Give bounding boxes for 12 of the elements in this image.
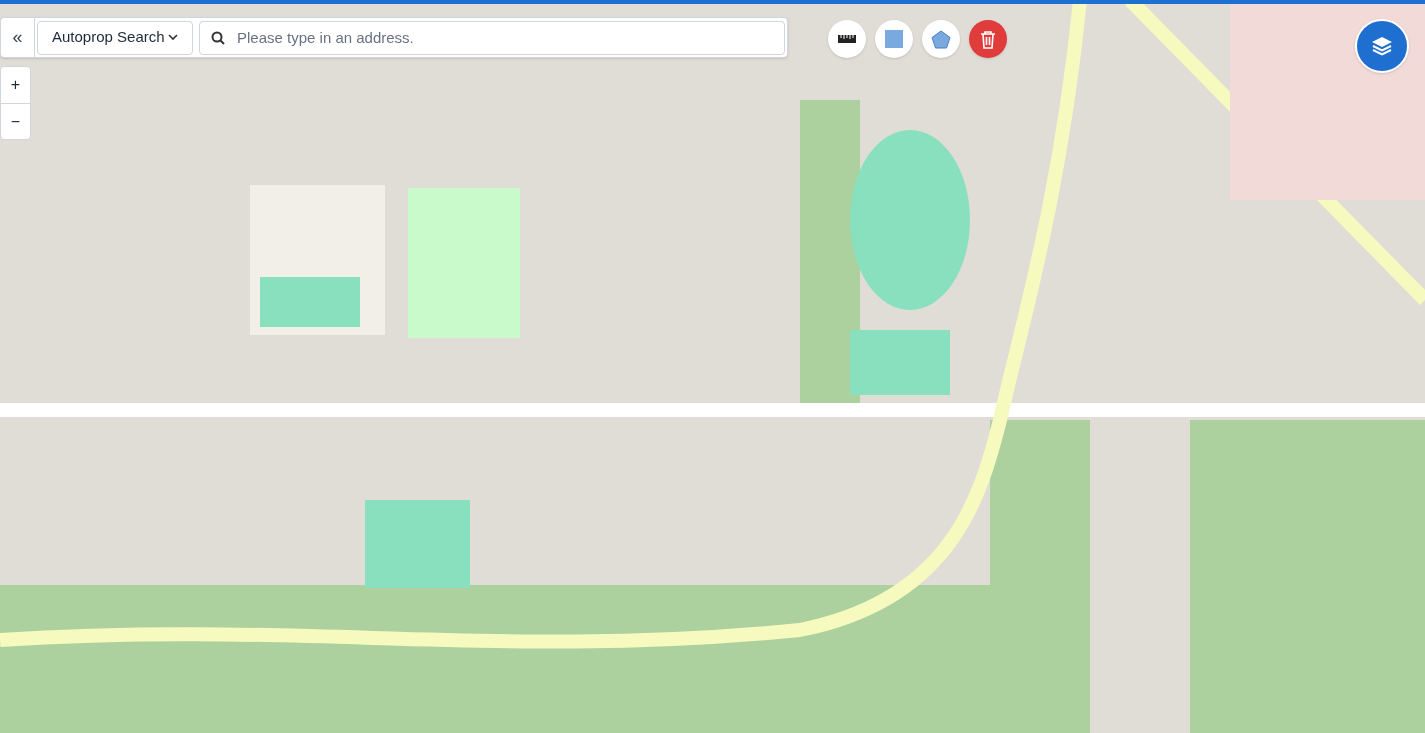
layers-icon: [1371, 35, 1393, 57]
square-icon: [885, 30, 903, 48]
trash-icon: [980, 29, 996, 49]
zoom-out-button[interactable]: −: [1, 103, 30, 139]
chevron-icon: [168, 34, 178, 41]
collapse-button[interactable]: «: [1, 18, 35, 57]
zoom-in-button[interactable]: +: [1, 67, 30, 103]
ruler-icon: [837, 33, 857, 45]
search-icon: [211, 30, 225, 45]
search-mode-dropdown[interactable]: Autoprop Search: [37, 20, 193, 55]
address-search-field[interactable]: Please type in an address.: [199, 20, 785, 55]
pentagon-icon: [931, 29, 951, 49]
